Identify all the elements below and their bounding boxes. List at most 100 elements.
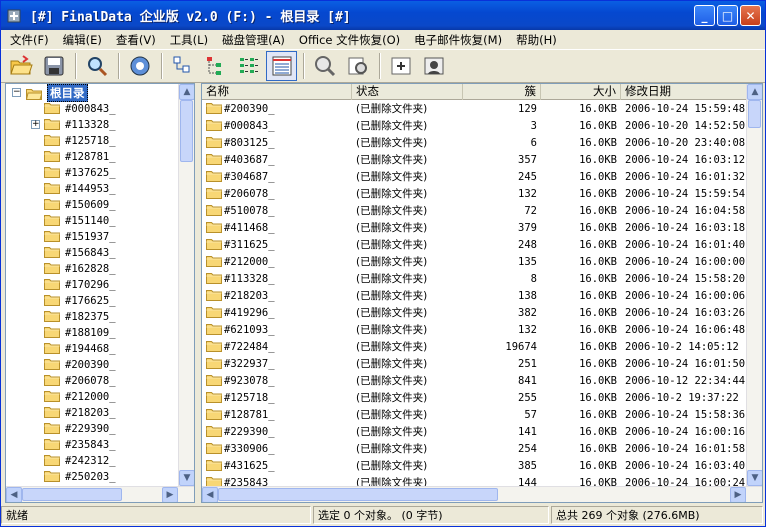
tree-node[interactable]: #194468_ [44, 341, 116, 357]
maximize-button[interactable]: □ [717, 5, 738, 26]
new-window-button[interactable] [385, 51, 416, 81]
find-button[interactable] [309, 51, 340, 81]
open-button[interactable] [5, 51, 36, 81]
menu-office-recovery[interactable]: Office 文件恢复(O) [292, 32, 407, 48]
list-row[interactable]: #113328_ (已删除文件夹) 8 16.0KB 2006-10-24 15:58:… [202, 270, 747, 287]
tree-node[interactable]: #128781_ [44, 149, 116, 165]
list-row[interactable]: #322937_ (已删除文件夹) 251 16.0KB 2006-10-24 16:0… [202, 355, 747, 372]
collapse-toggle[interactable]: − [12, 88, 21, 97]
list-row[interactable]: #125718_ (已删除文件夹) 255 16.0KB 2006-10-2 19:37… [202, 389, 747, 406]
tree-node-root[interactable]: 根目录 [26, 84, 88, 102]
settings-button[interactable] [124, 51, 155, 81]
tree-view-button[interactable] [200, 51, 231, 81]
column-header-date[interactable]: 修改日期 [621, 84, 747, 100]
scroll-thumb[interactable] [180, 100, 193, 162]
folder-icon [206, 254, 224, 270]
menu-email-recovery[interactable]: 电子邮件恢复(M) [407, 32, 509, 48]
close-button[interactable]: ✕ [740, 5, 761, 26]
tree-node[interactable]: #162828_ [44, 261, 116, 277]
list-horizontal-scrollbar[interactable]: ◀ ▶ [202, 486, 762, 502]
tree-node[interactable]: #200390_ [44, 357, 116, 373]
preview-button[interactable] [418, 51, 449, 81]
column-header-status[interactable]: 状态 [352, 84, 463, 100]
list-row[interactable]: #304687_ (已删除文件夹) 245 16.0KB 2006-10-24 16:0… [202, 168, 747, 185]
menu-edit[interactable]: 编辑(E) [56, 32, 109, 48]
expand-toggle[interactable]: + [31, 120, 40, 129]
scroll-up-button[interactable]: ▲ [179, 84, 194, 100]
list-row[interactable]: #330906_ (已删除文件夹) 254 16.0KB 2006-10-24 16:0… [202, 440, 747, 457]
tree-node[interactable]: #144953_ [44, 181, 116, 197]
details-view-button[interactable] [266, 51, 297, 81]
list-vertical-scrollbar[interactable]: ▲ ▼ [746, 84, 762, 486]
scroll-down-button[interactable]: ▼ [747, 470, 762, 486]
scroll-right-button[interactable]: ▶ [162, 487, 178, 502]
tree-node[interactable]: #235843_ [44, 437, 116, 453]
tree-node[interactable]: #151140_ [44, 213, 116, 229]
scroll-left-button[interactable]: ◀ [202, 487, 218, 502]
tree-node[interactable]: #188109_ [44, 325, 116, 341]
column-header-name[interactable]: 名称 [202, 84, 352, 100]
properties-button[interactable] [342, 51, 373, 81]
tree-node[interactable]: #000843_ [44, 101, 116, 117]
scroll-up-button[interactable]: ▲ [747, 84, 762, 100]
tree-node[interactable]: #113328_ [44, 117, 116, 133]
list-row[interactable]: #722484_ (已删除文件夹) 19674 16.0KB 2006-10-2 14:… [202, 338, 747, 355]
tree-node[interactable]: #212000_ [44, 389, 116, 405]
list-row[interactable]: #403687_ (已删除文件夹) 357 16.0KB 2006-10-24 16:0… [202, 151, 747, 168]
search-button[interactable] [81, 51, 112, 81]
file-list[interactable]: 名称 状态 簇 大小 修改日期 #200390_ (已删除文件夹) 129 16.0K… [201, 83, 763, 503]
tree-horizontal-scrollbar[interactable]: ◀ ▶ [6, 486, 194, 502]
scroll-thumb[interactable] [218, 488, 498, 501]
list-row[interactable]: #311625_ (已删除文件夹) 248 16.0KB 2006-10-24 16:0… [202, 236, 747, 253]
list-row[interactable]: #218203_ (已删除文件夹) 138 16.0KB 2006-10-24 16:0… [202, 287, 747, 304]
list-row[interactable]: #419296_ (已删除文件夹) 382 16.0KB 2006-10-24 16:0… [202, 304, 747, 321]
tree-node[interactable]: #137625_ [44, 165, 116, 181]
scroll-thumb[interactable] [22, 488, 122, 501]
column-header-size[interactable]: 大小 [541, 84, 621, 100]
tree-node[interactable]: #250203_ [44, 469, 116, 484]
menu-view[interactable]: 查看(V) [109, 32, 163, 48]
menu-disk-management[interactable]: 磁盘管理(A) [215, 32, 292, 48]
scroll-left-button[interactable]: ◀ [6, 487, 22, 502]
list-row[interactable]: #235843_ (已删除文件夹) 144 16.0KB 2006-10-24 16:0… [202, 474, 747, 486]
tree-node[interactable]: #151937_ [44, 229, 116, 245]
list-row[interactable]: #411468_ (已删除文件夹) 379 16.0KB 2006-10-24 16:0… [202, 219, 747, 236]
small-icons-view-button[interactable] [167, 51, 198, 81]
list-row[interactable]: #200390_ (已删除文件夹) 129 16.0KB 2006-10-24 15:5… [202, 100, 747, 117]
save-button[interactable] [38, 51, 69, 81]
tree-node[interactable]: #218203_ [44, 405, 116, 421]
list-row[interactable]: #128781_ (已删除文件夹) 57 16.0KB 2006-10-24 15:58… [202, 406, 747, 423]
menu-tools[interactable]: 工具(L) [163, 32, 215, 48]
list-row[interactable]: #229390_ (已删除文件夹) 141 16.0KB 2006-10-24 16:0… [202, 423, 747, 440]
list-row[interactable]: #803125_ (已删除文件夹) 6 16.0KB 2006-10-20 23:40:… [202, 134, 747, 151]
tree-node[interactable]: #125718_ [44, 133, 116, 149]
list-row[interactable]: #510078_ (已删除文件夹) 72 16.0KB 2006-10-24 16:04… [202, 202, 747, 219]
list-row[interactable]: #212000_ (已删除文件夹) 135 16.0KB 2006-10-24 16:0… [202, 253, 747, 270]
tree-node[interactable]: #176625_ [44, 293, 116, 309]
menu-file[interactable]: 文件(F) [3, 32, 56, 48]
tree-node[interactable]: #182375_ [44, 309, 116, 325]
tree-node[interactable]: #242312_ [44, 453, 116, 469]
minimize-button[interactable]: _ [694, 5, 715, 26]
tree-node-label: #128781_ [65, 151, 116, 163]
list-row[interactable]: #000843_ (已删除文件夹) 3 16.0KB 2006-10-20 14:52:… [202, 117, 747, 134]
list-row[interactable]: #431625_ (已删除文件夹) 385 16.0KB 2006-10-24 16:0… [202, 457, 747, 474]
tree-node[interactable]: #156843_ [44, 245, 116, 261]
tree-vertical-scrollbar[interactable]: ▲ ▼ [178, 84, 194, 486]
title-bar[interactable]: [#] FinalData 企业版 v2.0 (F:) - 根目录 [#] _ … [1, 1, 765, 30]
list-row[interactable]: #206078_ (已删除文件夹) 132 16.0KB 2006-10-24 15:5… [202, 185, 747, 202]
tree-node[interactable]: #206078_ [44, 373, 116, 389]
cell-status: (已删除文件夹) [356, 375, 428, 387]
tree-node[interactable]: #150609_ [44, 197, 116, 213]
tree-node[interactable]: #229390_ [44, 421, 116, 437]
list-view-button[interactable] [233, 51, 264, 81]
scroll-right-button[interactable]: ▶ [730, 487, 746, 502]
list-row[interactable]: #923078_ (已删除文件夹) 841 16.0KB 2006-10-12 22:3… [202, 372, 747, 389]
tree-node[interactable]: #170296_ [44, 277, 116, 293]
scroll-thumb[interactable] [748, 100, 761, 128]
column-header-clusters[interactable]: 簇 [463, 84, 541, 100]
folder-tree[interactable]: 根目录 − #000843_ #113328_ + #125718_ #128781_ #13… [5, 83, 195, 503]
menu-help[interactable]: 帮助(H) [509, 32, 564, 48]
list-row[interactable]: #621093_ (已删除文件夹) 132 16.0KB 2006-10-24 16:0… [202, 321, 747, 338]
scroll-down-button[interactable]: ▼ [179, 470, 194, 486]
